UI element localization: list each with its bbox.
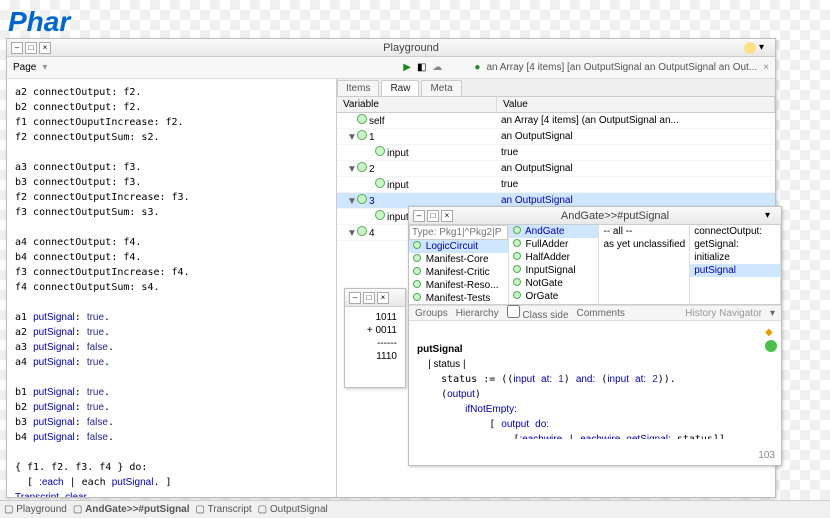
page-label: Page xyxy=(13,62,36,73)
col-value: Value xyxy=(497,97,775,112)
scratch-titlebar[interactable]: – □ × xyxy=(345,289,405,307)
list-item[interactable]: HalfAdder xyxy=(509,251,599,264)
format-icon[interactable]: ◆ xyxy=(765,327,777,338)
list-item[interactable]: OrGate xyxy=(509,290,599,303)
list-item[interactable]: -- all -- xyxy=(599,225,689,238)
playground-titlebar[interactable]: – □ × Playground ▾ xyxy=(7,39,775,57)
close-button[interactable]: × xyxy=(39,42,51,54)
packages-col[interactable]: LogicCircuit Manifest-Core Manifest-Crit… xyxy=(409,225,509,304)
list-item[interactable]: Manifest-Tests xyxy=(409,292,508,304)
playground-toolbar: Page ▾ ▶ ◧ ☁ ● an Array [4 items] [an Ou… xyxy=(7,57,775,79)
inspector-header: Variable Value xyxy=(337,97,775,113)
table-row[interactable]: ▼2an OutputSignal xyxy=(337,161,775,177)
tab-items[interactable]: Items xyxy=(337,80,379,96)
close-button[interactable]: × xyxy=(441,210,453,222)
task-transcript[interactable]: Transcript xyxy=(208,504,252,515)
list-item[interactable]: putSignal xyxy=(690,264,780,277)
list-item[interactable]: Manifest-Reso... xyxy=(409,279,508,292)
list-item[interactable]: InputSignal xyxy=(509,264,599,277)
scratch-window: – □ × 1011 + 0011 ------ 1110 xyxy=(344,288,406,388)
line-number: 103 xyxy=(758,450,775,461)
min-button[interactable]: – xyxy=(11,42,23,54)
table-row[interactable]: inputtrue xyxy=(337,177,775,193)
close-button[interactable]: × xyxy=(377,292,389,304)
tab-hierarchy[interactable]: Hierarchy xyxy=(456,308,499,319)
table-row[interactable]: inputtrue xyxy=(337,145,775,161)
list-item[interactable]: getSignal: xyxy=(690,238,780,251)
max-button[interactable]: □ xyxy=(427,210,439,222)
min-button[interactable]: – xyxy=(349,292,361,304)
list-item[interactable]: FullAdder xyxy=(509,238,599,251)
source-pane[interactable]: putSignal | status | status := ((input a… xyxy=(409,321,781,439)
task-playground[interactable]: Playground xyxy=(16,504,67,515)
history-navigator[interactable]: History Navigator xyxy=(685,308,762,319)
list-item[interactable]: AndGate xyxy=(509,225,599,238)
classside-checkbox[interactable] xyxy=(507,305,520,318)
doit-icon[interactable]: ◧ xyxy=(417,62,426,73)
taskbar: ▢ Playground ▢ AndGate>>#putSignal ▢ Tra… xyxy=(0,500,830,518)
list-item[interactable]: as yet unclassified xyxy=(599,238,689,251)
tab-groups[interactable]: Groups xyxy=(415,308,448,319)
task-outputsignal[interactable]: OutputSignal xyxy=(270,504,328,515)
menu-icon[interactable]: ▾ xyxy=(765,210,777,222)
browser-titlebar[interactable]: – □ × AndGate>>#putSignal ▾ xyxy=(409,207,781,225)
nav-icon[interactable] xyxy=(765,340,777,352)
list-item[interactable]: Manifest-Core xyxy=(409,253,508,266)
pharo-logo: Phar xyxy=(8,6,70,38)
list-item[interactable]: Manifest-Critic xyxy=(409,266,508,279)
package-filter[interactable] xyxy=(409,225,508,240)
scratch-content[interactable]: 1011 + 0011 ------ 1110 xyxy=(345,307,405,367)
list-item[interactable]: LogicCircuit xyxy=(409,240,508,253)
methods-col[interactable]: connectOutput:getSignal:initializeputSig… xyxy=(690,225,781,304)
table-row[interactable]: ▼1an OutputSignal xyxy=(337,129,775,145)
browser-window: – □ × AndGate>>#putSignal ▾ LogicCircuit… xyxy=(408,206,782,466)
menu-icon[interactable]: ▾ xyxy=(759,42,771,54)
max-button[interactable]: □ xyxy=(363,292,375,304)
classes-col[interactable]: AndGate FullAdder HalfAdder InputSignal … xyxy=(509,225,600,304)
col-variable: Variable xyxy=(337,97,497,112)
tab-comments[interactable]: Comments xyxy=(577,308,625,319)
browser-tabs-row: Groups Hierarchy Class side Comments His… xyxy=(409,305,781,321)
min-button[interactable]: – xyxy=(413,210,425,222)
code-pane[interactable]: a2 connectOutput: f2. b2 connectOutput: … xyxy=(7,79,337,497)
history-dropdown-icon[interactable]: ▾ xyxy=(770,308,775,319)
max-button[interactable]: □ xyxy=(25,42,37,54)
protocols-col[interactable]: -- all --as yet unclassified xyxy=(599,225,690,304)
tab-meta[interactable]: Meta xyxy=(421,80,461,96)
tab-raw[interactable]: Raw xyxy=(381,80,419,96)
help-icon[interactable] xyxy=(744,42,756,54)
task-browser[interactable]: AndGate>>#putSignal xyxy=(85,504,189,515)
nav-back-icon[interactable]: ● xyxy=(474,62,480,73)
breadcrumb[interactable]: an Array [4 items] [an OutputSignal an O… xyxy=(486,62,757,73)
publish-icon[interactable]: ☁ xyxy=(432,62,442,73)
list-item[interactable]: initialize xyxy=(690,251,780,264)
list-item[interactable]: connectOutput: xyxy=(690,225,780,238)
window-title: Playground xyxy=(51,42,771,54)
list-item[interactable]: NotGate xyxy=(509,277,599,290)
run-icon[interactable]: ▶ xyxy=(403,62,411,73)
window-title: AndGate>>#putSignal xyxy=(453,210,777,222)
close-tab-icon[interactable]: × xyxy=(763,62,769,73)
inspector-tabs: Items Raw Meta xyxy=(337,79,775,97)
browser-columns: LogicCircuit Manifest-Core Manifest-Crit… xyxy=(409,225,781,305)
table-row[interactable]: selfan Array [4 items] (an OutputSignal … xyxy=(337,113,775,129)
list-item[interactable]: OutputSignal xyxy=(509,303,599,304)
